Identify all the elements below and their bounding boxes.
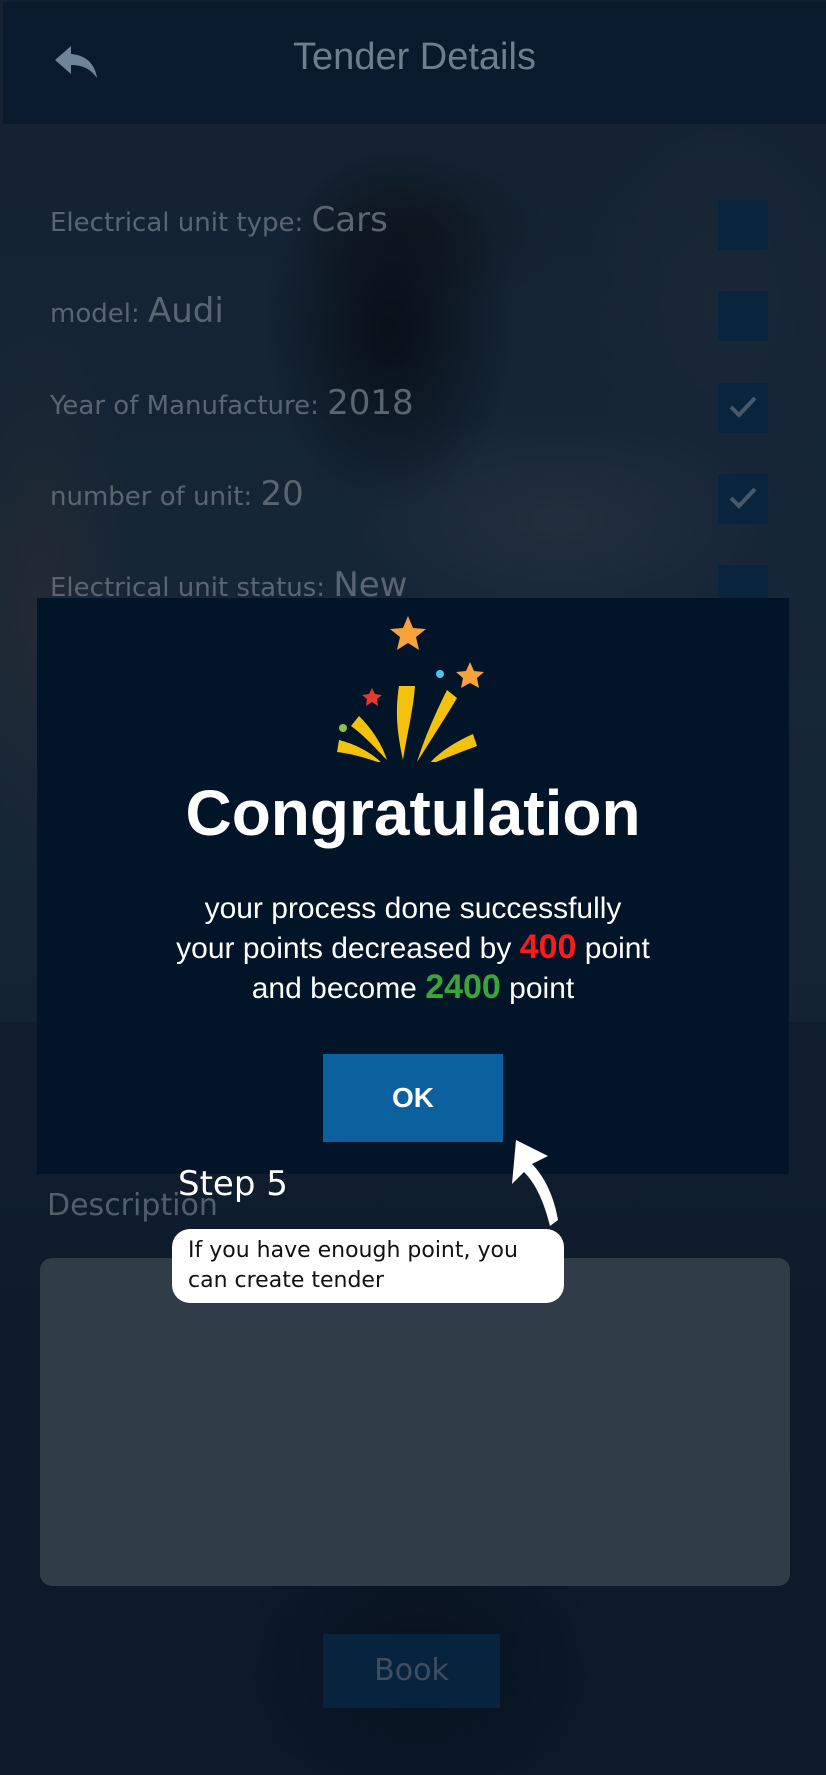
message-text: point [576, 932, 650, 965]
dialog-title: Congratulation [185, 777, 641, 849]
message-line-2: your points decreased by 400 point [37, 928, 789, 968]
curved-arrow-icon [512, 1140, 558, 1226]
dialog-message: your process done successfully your poin… [37, 890, 789, 1008]
app-bar: Tender Details [3, 2, 826, 124]
fireworks-icon [337, 616, 484, 762]
message-line-3: and become 2400 point [37, 968, 789, 1008]
screen: Electrical unit type: Cars model: Audi Y… [0, 0, 826, 1775]
message-text: and become [251, 972, 426, 1005]
tutorial-tip-bubble: If you have enough point, you can create… [172, 1229, 564, 1303]
message-line-1: your process done successfully [204, 892, 622, 925]
congratulation-dialog: Congratulation your process done success… [37, 598, 789, 1174]
ok-button[interactable]: OK [323, 1054, 503, 1142]
message-text: point [500, 972, 575, 1005]
tutorial-step-title: Step 5 [178, 1164, 288, 1204]
page-title: Tender Details [293, 36, 536, 78]
points-total-value: 2400 [425, 968, 501, 1006]
message-text: your points decreased by [176, 932, 520, 965]
points-decrease-value: 400 [519, 928, 577, 966]
